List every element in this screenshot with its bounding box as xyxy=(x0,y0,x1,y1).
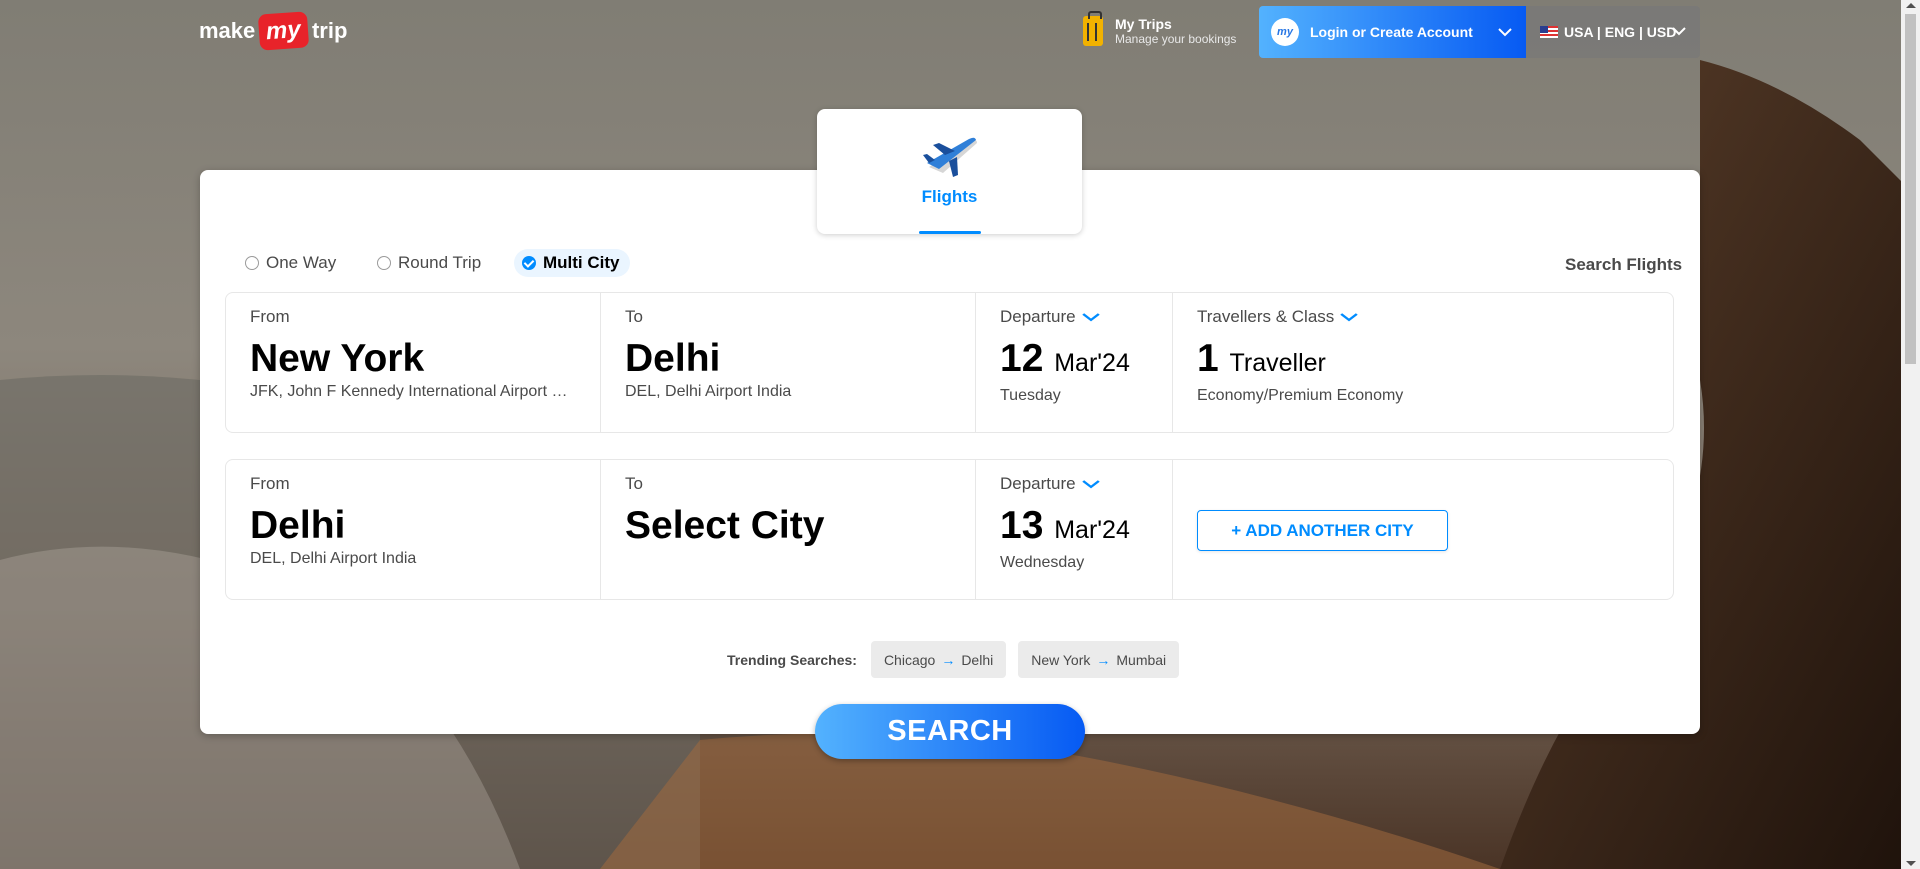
radio-one-way[interactable]: One Way xyxy=(245,253,336,273)
date-month: Mar'24 xyxy=(1054,516,1130,544)
departure-date: 12 Mar'24 xyxy=(1000,337,1148,385)
my-trips-subtitle: Manage your bookings xyxy=(1115,32,1237,46)
departure-weekday: Tuesday xyxy=(1000,387,1061,404)
travellers-count: 1 xyxy=(1197,337,1219,380)
chevron-down-icon xyxy=(1672,23,1686,41)
to-airport: DEL, Delhi Airport India xyxy=(625,383,792,400)
top-header: make my trip My Trips Manage your bookin… xyxy=(0,0,1920,70)
travel-class: Economy/Premium Economy xyxy=(1197,387,1404,404)
to-field[interactable]: To Select City xyxy=(601,460,976,599)
scroll-down-icon[interactable] xyxy=(1906,861,1916,866)
departure-weekday: Wednesday xyxy=(1000,554,1085,571)
arrow-right-icon: → xyxy=(941,651,956,668)
trending-searches: Trending Searches: Chicago → Delhi New Y… xyxy=(727,641,1180,678)
radio-circle xyxy=(377,256,391,270)
login-button[interactable]: my Login or Create Account xyxy=(1259,6,1526,58)
logo-trip-text: trip xyxy=(311,18,348,43)
radio-one-way-label: One Way xyxy=(266,253,337,272)
us-flag-icon xyxy=(1540,26,1558,38)
locale-selector[interactable]: USA | ENG | USD xyxy=(1526,6,1700,58)
trending-label: Trending Searches: xyxy=(727,651,857,668)
arrow-right-icon: → xyxy=(1096,651,1111,668)
departure-date: 13 Mar'24 xyxy=(1000,504,1148,552)
my-trips-link[interactable]: My Trips Manage your bookings xyxy=(1083,11,1237,46)
trending-from: Chicago xyxy=(883,651,936,668)
radio-round-trip[interactable]: Round Trip xyxy=(377,253,481,273)
mmt-avatar-icon: my xyxy=(1271,18,1299,46)
departure-label-row: Departure xyxy=(1000,474,1148,494)
scroll-up-icon[interactable] xyxy=(1906,3,1916,8)
logo-make-text: make xyxy=(199,18,256,43)
from-field[interactable]: From Delhi DEL, Delhi Airport India xyxy=(226,460,601,599)
suitcase-icon xyxy=(1083,11,1103,46)
trending-to: Mumbai xyxy=(1116,651,1167,668)
date-day: 13 xyxy=(1000,504,1044,547)
trending-from: New York xyxy=(1031,651,1091,668)
scrollbar-thumb[interactable] xyxy=(1905,14,1916,364)
chevron-down-icon xyxy=(1498,24,1512,42)
tab-flights[interactable]: Flights xyxy=(817,109,1082,234)
trending-chip[interactable]: Chicago → Delhi xyxy=(870,641,1007,678)
locale-label: USA | ENG | USD xyxy=(1564,24,1677,40)
active-tab-indicator xyxy=(919,231,981,234)
from-airport: JFK, John F Kennedy International Airpor… xyxy=(250,383,576,400)
tab-flights-label: Flights xyxy=(921,187,978,206)
radio-multi-city-label: Multi City xyxy=(543,253,620,272)
travellers-label-row: Travellers & Class xyxy=(1197,307,1649,327)
departure-field[interactable]: Departure 13 Mar'24 Wednesday xyxy=(976,460,1173,599)
makemytrip-logo[interactable]: make my trip xyxy=(199,10,347,52)
to-label: To xyxy=(625,307,643,326)
radio-checked-icon xyxy=(522,256,536,270)
airplane-icon xyxy=(923,137,977,177)
search-button[interactable]: SEARCH xyxy=(815,704,1085,759)
from-city: New York xyxy=(250,337,425,380)
to-label: To xyxy=(625,474,643,493)
from-label: From xyxy=(250,474,290,493)
to-city-placeholder: Select City xyxy=(625,504,825,547)
trending-to: Delhi xyxy=(961,651,994,668)
radio-circle xyxy=(245,256,259,270)
search-flights-heading: Search Flights xyxy=(1565,255,1683,274)
chevron-down-icon xyxy=(1081,477,1100,492)
from-label: From xyxy=(250,307,290,326)
add-another-city-button[interactable]: + ADD ANOTHER CITY xyxy=(1197,510,1448,551)
add-city-cell: + ADD ANOTHER CITY xyxy=(1173,460,1673,599)
to-field[interactable]: To Delhi DEL, Delhi Airport India xyxy=(601,293,976,432)
travellers-class-field[interactable]: Travellers & Class 1 Traveller Economy/P… xyxy=(1173,293,1673,432)
from-field[interactable]: From New York JFK, John F Kennedy Intern… xyxy=(226,293,601,432)
travellers-value: 1 Traveller xyxy=(1197,337,1649,385)
login-label: Login or Create Account xyxy=(1310,24,1473,40)
to-city: Delhi xyxy=(625,337,721,380)
from-airport: DEL, Delhi Airport India xyxy=(250,550,417,567)
date-day: 12 xyxy=(1000,337,1044,380)
radio-multi-city[interactable]: Multi City xyxy=(514,249,630,277)
my-trips-title: My Trips xyxy=(1115,16,1172,32)
radio-round-trip-label: Round Trip xyxy=(398,253,482,272)
flight-segment-2: From Delhi DEL, Delhi Airport India To S… xyxy=(225,459,1674,600)
departure-field[interactable]: Departure 12 Mar'24 Tuesday xyxy=(976,293,1173,432)
date-month: Mar'24 xyxy=(1054,349,1130,377)
trending-chip[interactable]: New York → Mumbai xyxy=(1018,641,1180,678)
departure-label-row: Departure xyxy=(1000,307,1148,327)
departure-label: Departure xyxy=(1000,474,1076,493)
departure-label: Departure xyxy=(1000,307,1076,326)
from-city: Delhi xyxy=(250,504,346,547)
logo-my-badge: my xyxy=(258,11,310,51)
page-scrollbar[interactable] xyxy=(1901,0,1920,869)
flight-segment-1: From New York JFK, John F Kennedy Intern… xyxy=(225,292,1674,433)
chevron-down-icon xyxy=(1081,310,1100,325)
travellers-word: Traveller xyxy=(1229,349,1326,377)
travellers-label: Travellers & Class xyxy=(1197,307,1335,326)
chevron-down-icon xyxy=(1340,310,1359,325)
